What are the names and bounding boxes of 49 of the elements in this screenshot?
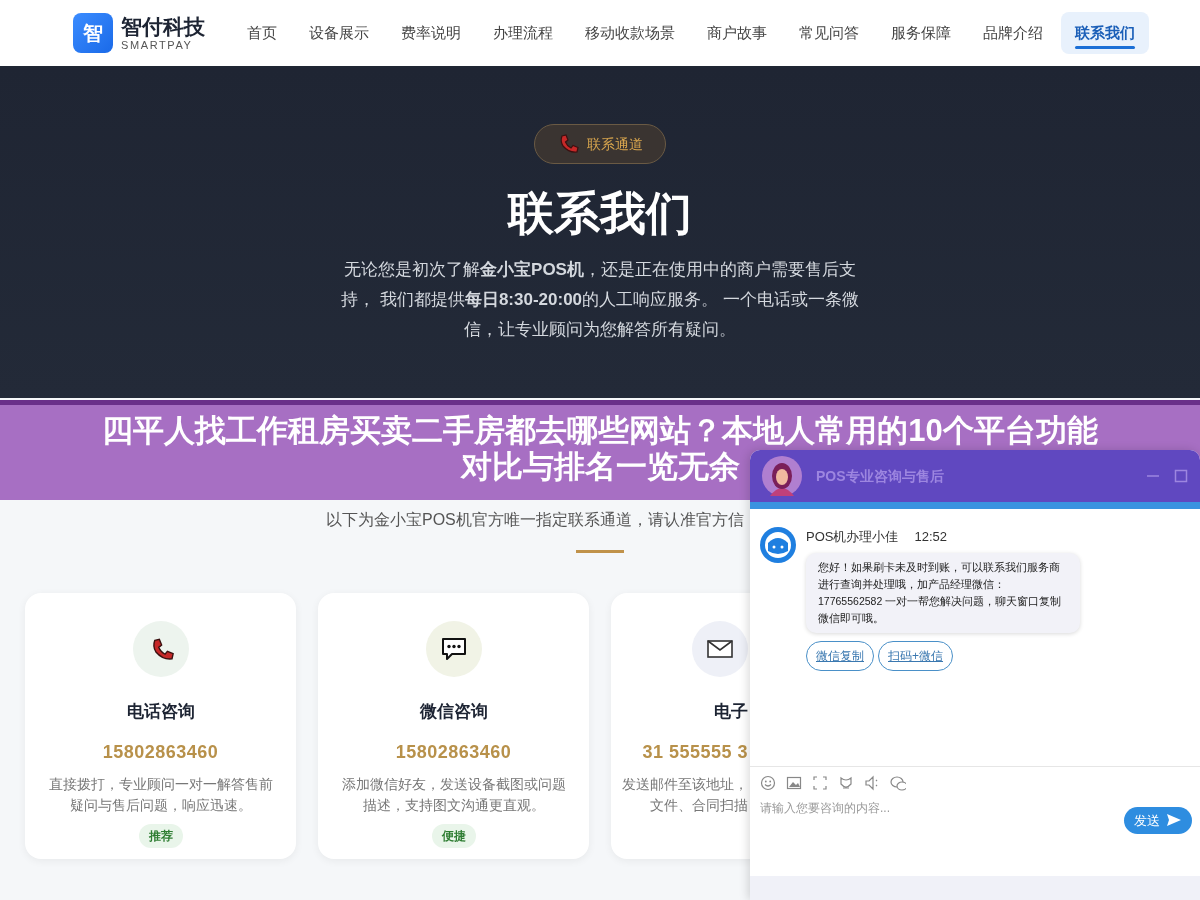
avatar-icon xyxy=(762,456,802,496)
action-link[interactable]: 微信复制 xyxy=(806,640,874,671)
nav-link[interactable]: 费率说明 xyxy=(387,11,475,55)
agent-avatar-icon xyxy=(760,527,796,563)
card-title: 电话咨询 xyxy=(125,701,196,723)
nav-link[interactable]: 首页 xyxy=(233,11,291,55)
contact-number: 15802863460 xyxy=(101,740,220,764)
nav-link[interactable]: 联系我们 xyxy=(1061,11,1149,55)
action-link[interactable]: 扫码+微信 xyxy=(878,640,953,671)
section-badge: 联系通道 xyxy=(534,124,666,164)
logo-mark: 智 xyxy=(73,13,113,53)
card-title: 电子 xyxy=(713,701,748,723)
nav-link[interactable]: 办理流程 xyxy=(479,11,567,55)
nav-link[interactable]: 商户故事 xyxy=(693,11,781,55)
speaker-icon[interactable] xyxy=(864,774,880,791)
message-bubble: 您好！如果刷卡未及时到账，可以联系我们服务商进行查询并处理哦，加产品经理微信：17765562582 一对一帮您解决问题，聊天窗口复制微信即可哦。 xyxy=(806,552,1080,633)
banner-text: 对比与排名一览无余 xyxy=(460,449,740,484)
nav-link[interactable]: 设备展示 xyxy=(295,11,383,55)
send-icon xyxy=(1166,813,1182,828)
nav-link[interactable]: 服务保障 xyxy=(877,11,965,55)
nav-link[interactable]: 常见问答 xyxy=(785,11,873,55)
brand-tagline: SMARTPAY xyxy=(121,39,194,51)
maximize-icon xyxy=(1174,469,1188,483)
tag-label: 推荐 xyxy=(138,823,183,848)
banner-text: 四平人找工作租房买卖二手房都去哪些网站？本地人常用的10个平台功能 xyxy=(102,413,1098,448)
speech-bubble-icon xyxy=(439,635,468,663)
card-description: 直接拨打，专业顾问一对一解答售前疑问与售后问题，响应迅速。 xyxy=(48,775,273,815)
sender-name: POS机办理小佳 xyxy=(806,528,899,546)
section-subtitle: 以下为金小宝POS机官方唯一指定联系通道，请认准官方信 xyxy=(326,510,745,530)
screenshot-icon[interactable] xyxy=(812,774,828,791)
section-divider xyxy=(576,550,624,553)
brand-name: 智付科技 xyxy=(121,15,205,37)
image-icon[interactable] xyxy=(786,774,802,791)
nav-link[interactable]: 品牌介绍 xyxy=(969,11,1057,55)
send-button[interactable]: 发送 xyxy=(1124,806,1192,834)
card-description: 添加微信好友，发送设备截图或问题描述，支持图文沟通更直观。 xyxy=(341,775,566,815)
card-title: 微信咨询 xyxy=(418,701,489,723)
wechat-icon[interactable] xyxy=(890,774,906,791)
message-time: 12:52 xyxy=(914,528,947,546)
emoji-icon[interactable] xyxy=(760,774,776,791)
intro-text: 无论您是初次了解金小宝POS机，还是正在使用中的商户需要售后支持， 我们都提供每日8:30-20:00的人工响应服务。 一个电话或一条微信，让专业顾问为您解答所有疑问。 xyxy=(341,259,859,342)
page-title: 联系我们 xyxy=(506,186,693,241)
card-description: 发送邮件至该地址， 文件、合同扫描 xyxy=(621,775,748,815)
chat-title: POS专业咨询与售后 xyxy=(816,466,945,486)
nav-link[interactable]: 移动收款场景 xyxy=(571,11,689,55)
tag-label: 便捷 xyxy=(431,823,476,848)
message-input[interactable]: 请输入您要咨询的内容... xyxy=(750,790,1124,825)
contact-number: 15802863460 xyxy=(394,740,513,764)
contact-number: 31 555555 3 xyxy=(641,740,748,764)
